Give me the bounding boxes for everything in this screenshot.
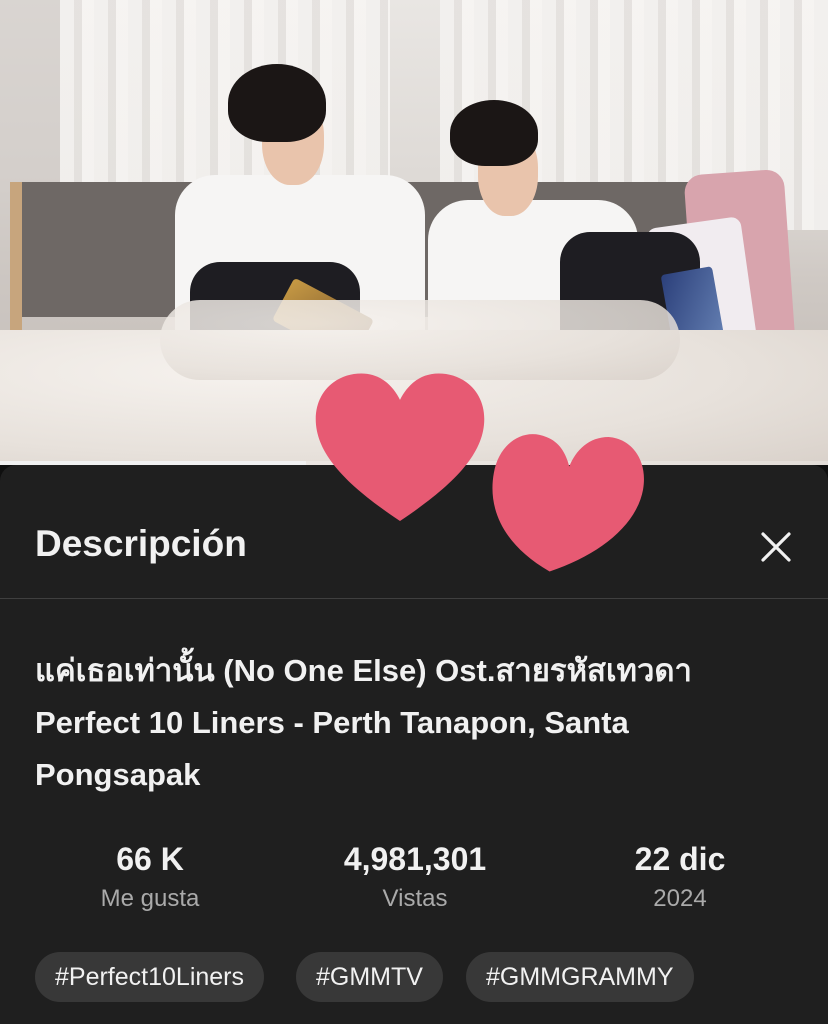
hashtag-chip[interactable]: #GMMGRAMMY bbox=[466, 952, 694, 1002]
heart-icon bbox=[492, 434, 644, 572]
heart-icon bbox=[315, 373, 485, 521]
close-icon bbox=[761, 532, 791, 562]
likes-label: Me gusta bbox=[100, 885, 200, 912]
stat-date: 22 dic 2024 bbox=[565, 839, 795, 913]
stat-likes: 66 K Me gusta bbox=[35, 839, 265, 913]
stat-views: 4,981,301 Vistas bbox=[300, 839, 530, 913]
description-panel: Descripción แค่เธอเท่านั้น (No One Else)… bbox=[0, 465, 828, 1024]
hashtag-chip[interactable]: #Perfect10Liners bbox=[35, 952, 265, 1002]
close-button[interactable] bbox=[752, 523, 800, 571]
blanket-fold bbox=[160, 300, 680, 380]
likes-count: 66 K bbox=[116, 841, 184, 877]
video-title: แค่เธอเท่านั้น (No One Else) Ost.สายรหัส… bbox=[35, 653, 692, 792]
publish-year: 2024 bbox=[653, 885, 707, 912]
publish-date: 22 dic bbox=[634, 841, 726, 877]
panel-title: Descripción bbox=[35, 523, 247, 564]
views-count: 4,981,301 bbox=[343, 841, 487, 877]
right-person-hair bbox=[450, 100, 538, 166]
left-person-hair bbox=[228, 64, 326, 142]
hashtag-chip[interactable]: #GMMTV bbox=[296, 952, 443, 1002]
views-label: Vistas bbox=[382, 885, 448, 912]
